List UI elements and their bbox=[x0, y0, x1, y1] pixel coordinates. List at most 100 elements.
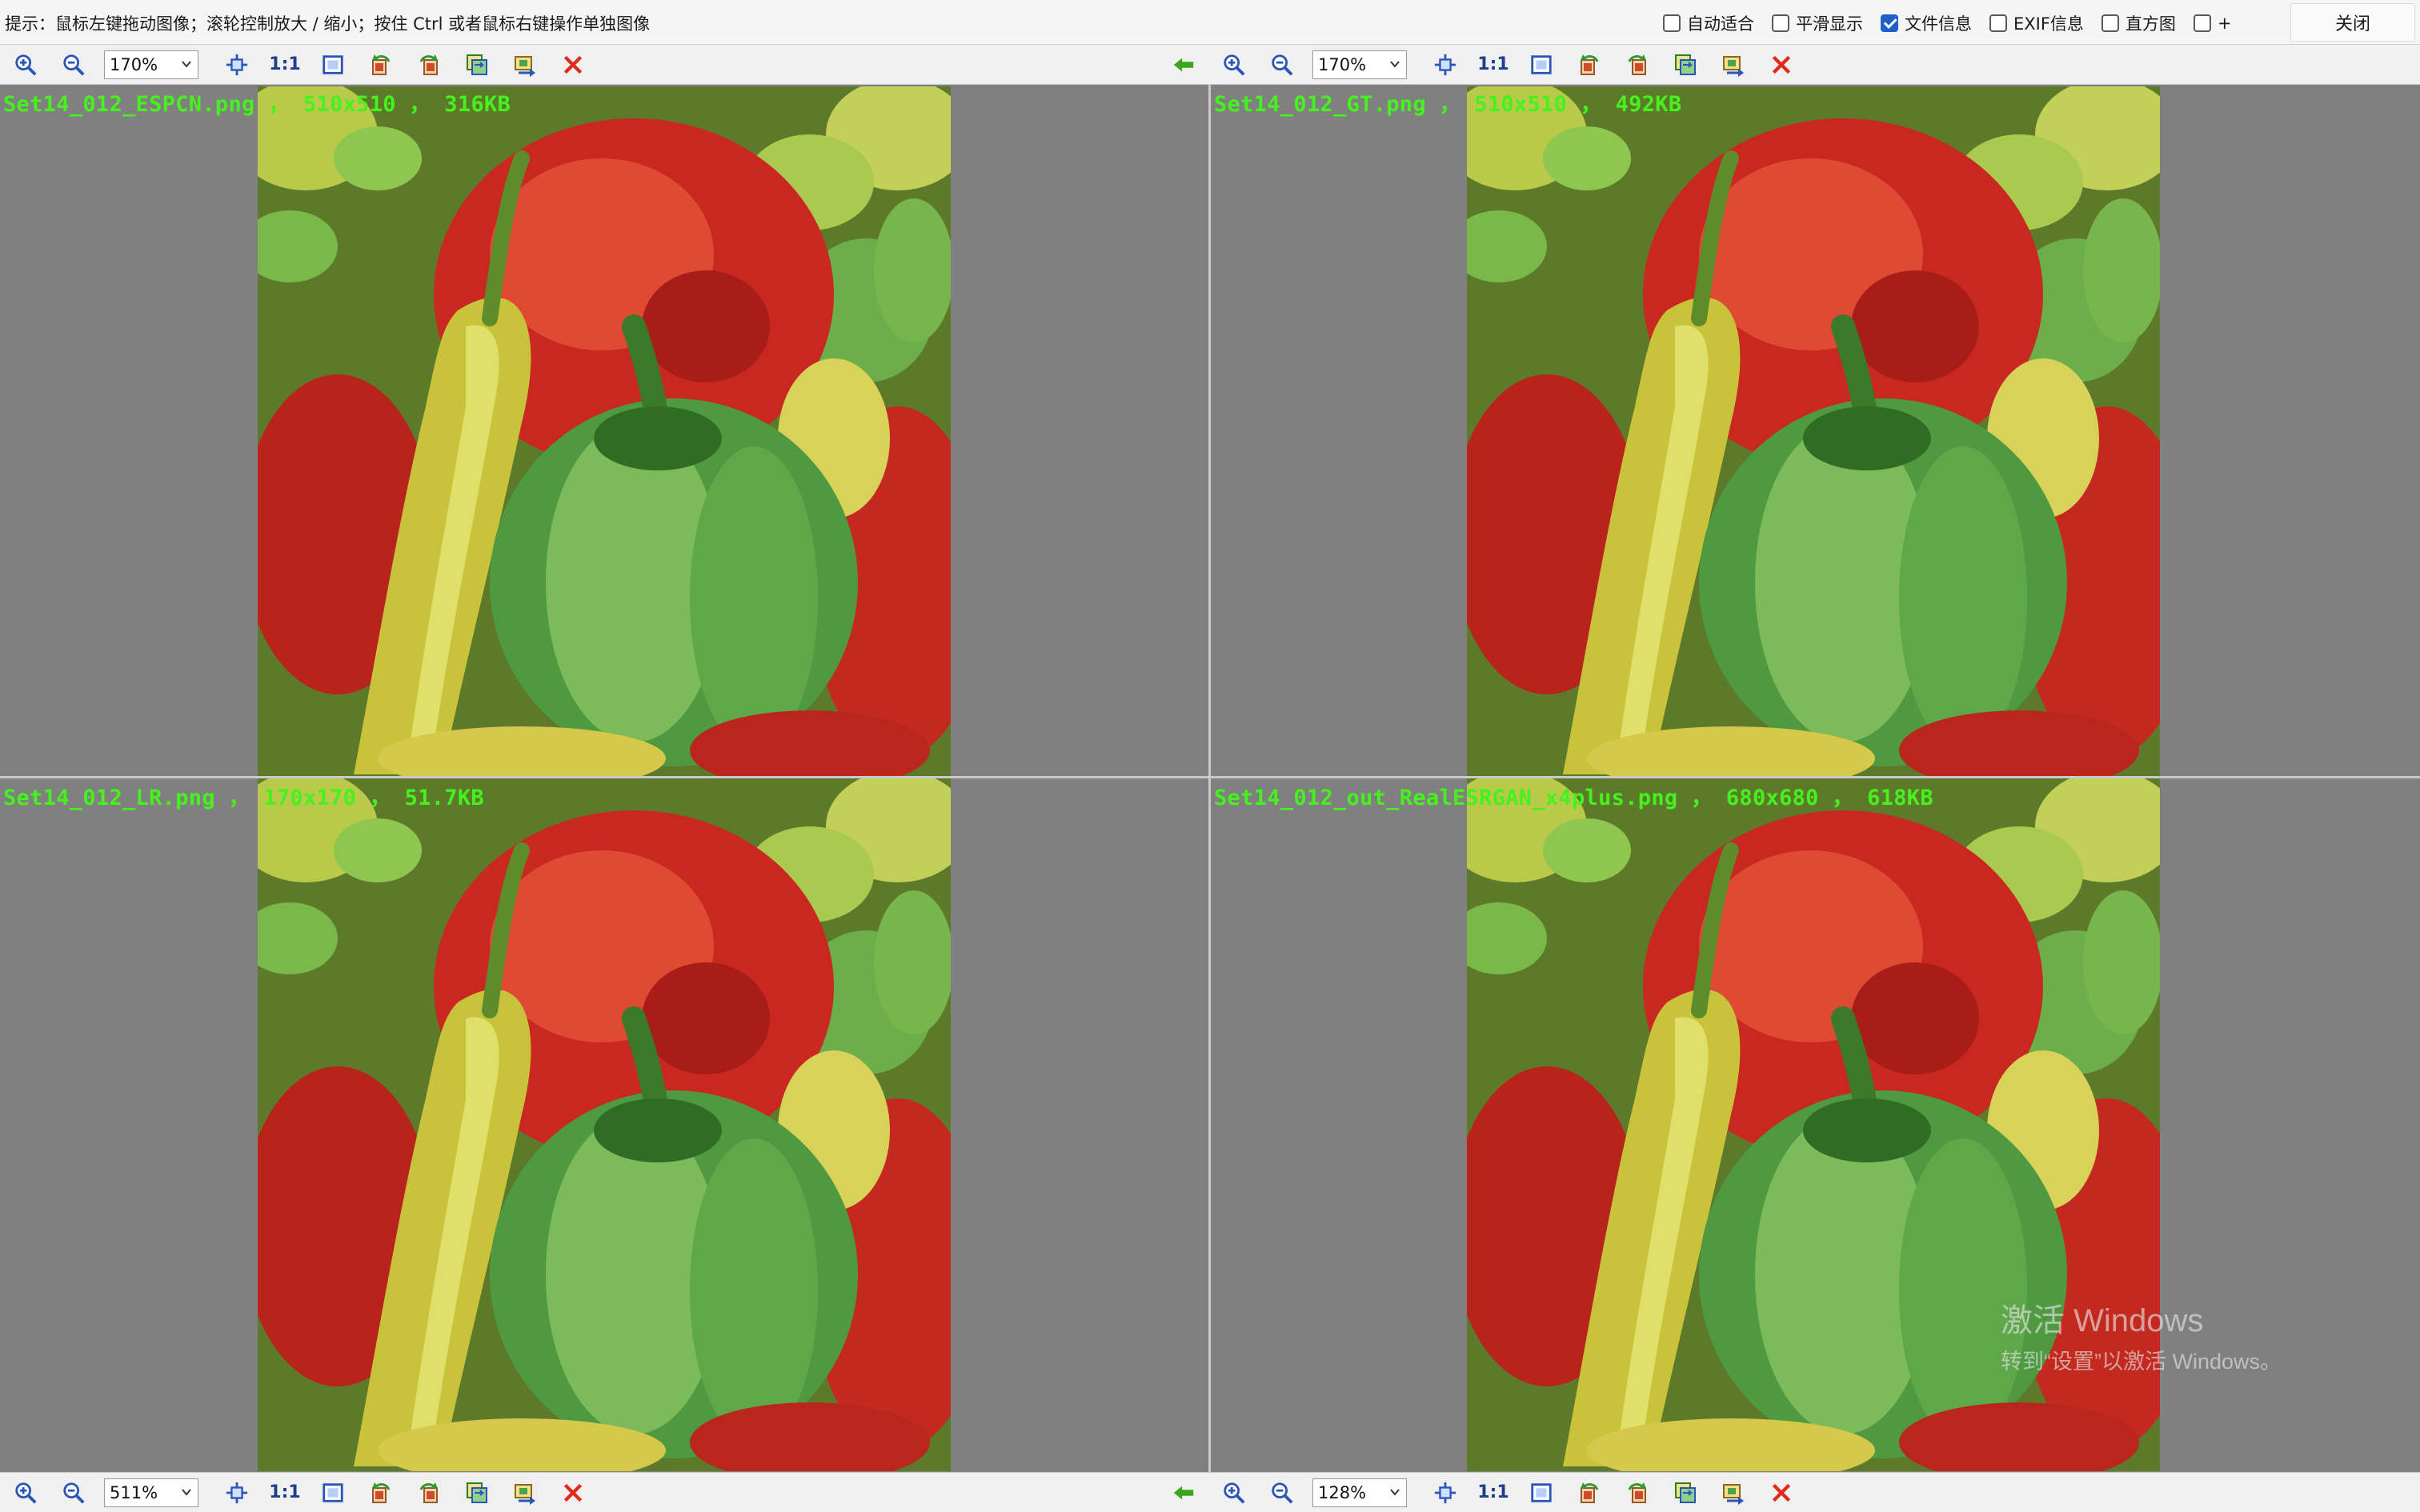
option-histogram[interactable]: 直方图 bbox=[2101, 11, 2176, 35]
option-file-info[interactable]: 文件信息 bbox=[1881, 11, 1972, 35]
zoom-in-icon[interactable] bbox=[1216, 47, 1252, 82]
zoom-level-value: 128% bbox=[1318, 1482, 1367, 1502]
plus-label: + bbox=[2217, 14, 2232, 33]
full-fit-icon[interactable] bbox=[1524, 47, 1559, 82]
bottom-left-toolbar: 511% 1:1 bbox=[8, 1473, 603, 1512]
chevron-down-icon bbox=[1388, 1486, 1401, 1498]
option-plus[interactable]: + bbox=[2193, 14, 2232, 33]
actual-size-label: 1:1 bbox=[1477, 1482, 1509, 1502]
actual-size-label: 1:1 bbox=[1477, 54, 1509, 74]
rotate-left-icon[interactable] bbox=[363, 1475, 399, 1510]
full-fit-icon[interactable] bbox=[315, 1475, 351, 1510]
zoom-level-value: 511% bbox=[110, 1482, 158, 1502]
usage-hint: 提示：鼠标左键拖动图像；滚轮控制放大 / 缩小；按住 Ctrl 或者鼠标右键操作… bbox=[5, 14, 651, 34]
back-arrow-icon[interactable] bbox=[1172, 1473, 1196, 1512]
top-left-toolbar: 170% 1:1 bbox=[8, 45, 603, 84]
peppers-image bbox=[258, 778, 951, 1471]
image-pane-bottom-left[interactable]: Set14_012_LR.png ， 170x170 ， 51.7KB bbox=[0, 778, 1208, 1472]
zoom-level-value: 170% bbox=[1318, 54, 1367, 74]
auto-fit-checkbox[interactable] bbox=[1663, 14, 1681, 32]
flip-icon[interactable] bbox=[1668, 1475, 1703, 1510]
rotate-right-icon[interactable] bbox=[1620, 47, 1655, 82]
actual-size-button[interactable]: 1:1 bbox=[1476, 47, 1511, 82]
peppers-image bbox=[1467, 86, 2160, 776]
zoom-out-icon[interactable] bbox=[56, 47, 91, 82]
file-info-label: Set14_012_GT.png ， 510x510 ， 492KB bbox=[1214, 92, 1682, 117]
close-image-icon[interactable] bbox=[1764, 47, 1799, 82]
image-pane-bottom-right[interactable]: Set14_012_out_RealESRGAN_x4plus.png ， 68… bbox=[1211, 778, 2420, 1472]
chevron-down-icon bbox=[1388, 58, 1401, 70]
sync-icon[interactable] bbox=[1716, 47, 1751, 82]
image-pane-top-right[interactable]: Set14_012_GT.png ， 510x510 ， 492KB bbox=[1211, 85, 2420, 776]
zoom-out-icon[interactable] bbox=[1264, 1475, 1300, 1510]
rotate-left-icon[interactable] bbox=[1572, 1475, 1607, 1510]
fit-window-icon[interactable] bbox=[1428, 1475, 1463, 1510]
file-info-label: 文件信息 bbox=[1905, 14, 1972, 34]
fit-window-icon[interactable] bbox=[219, 1475, 254, 1510]
option-exif-info[interactable]: EXIF信息 bbox=[1989, 11, 2084, 35]
smooth-display-label: 平滑显示 bbox=[1796, 14, 1863, 34]
rotate-right-icon[interactable] bbox=[1620, 1475, 1655, 1510]
chevron-down-icon bbox=[180, 1486, 193, 1498]
pane-divider-horizontal[interactable] bbox=[0, 776, 2420, 778]
zoom-out-icon[interactable] bbox=[56, 1475, 91, 1510]
close-button[interactable]: 关闭 bbox=[2290, 3, 2415, 42]
file-info-label: Set14_012_ESPCN.png ， 510x510 ， 316KB bbox=[3, 92, 511, 117]
exif-info-checkbox[interactable] bbox=[1989, 14, 2007, 32]
flip-icon[interactable] bbox=[459, 47, 495, 82]
close-image-icon[interactable] bbox=[555, 1475, 591, 1510]
sync-icon[interactable] bbox=[507, 47, 543, 82]
file-info-label: Set14_012_LR.png ， 170x170 ， 51.7KB bbox=[3, 786, 484, 810]
zoom-in-icon[interactable] bbox=[8, 47, 43, 82]
bottom-right-toolbar: 128% 1:1 bbox=[1216, 1473, 1812, 1512]
chevron-down-icon bbox=[180, 58, 193, 70]
rotate-right-icon[interactable] bbox=[411, 47, 447, 82]
rotate-left-icon[interactable] bbox=[1572, 47, 1607, 82]
top-toolbar: 170% 1:1 170% 1:1 bbox=[0, 45, 2420, 85]
zoom-in-icon[interactable] bbox=[8, 1475, 43, 1510]
zoom-level-select[interactable]: 128% bbox=[1312, 1478, 1407, 1507]
flip-icon[interactable] bbox=[1668, 47, 1703, 82]
sync-icon[interactable] bbox=[1716, 1475, 1751, 1510]
zoom-level-value: 170% bbox=[110, 54, 158, 74]
plus-checkbox[interactable] bbox=[2193, 14, 2211, 32]
actual-size-button[interactable]: 1:1 bbox=[1476, 1475, 1511, 1510]
flip-icon[interactable] bbox=[459, 1475, 495, 1510]
fit-window-icon[interactable] bbox=[219, 47, 254, 82]
rotate-left-icon[interactable] bbox=[363, 47, 399, 82]
option-auto-fit[interactable]: 自动适合 bbox=[1663, 11, 1754, 35]
zoom-level-select[interactable]: 511% bbox=[104, 1478, 198, 1507]
actual-size-label: 1:1 bbox=[269, 54, 301, 74]
full-fit-icon[interactable] bbox=[315, 47, 351, 82]
actual-size-button[interactable]: 1:1 bbox=[267, 1475, 302, 1510]
auto-fit-label: 自动适合 bbox=[1687, 14, 1754, 34]
zoom-out-icon[interactable] bbox=[1264, 47, 1300, 82]
rotate-right-icon[interactable] bbox=[411, 1475, 447, 1510]
sync-icon[interactable] bbox=[507, 1475, 543, 1510]
exif-info-label: EXIF信息 bbox=[2013, 14, 2084, 34]
close-image-icon[interactable] bbox=[1764, 1475, 1799, 1510]
option-smooth-display[interactable]: 平滑显示 bbox=[1772, 11, 1863, 35]
bottom-toolbar: 511% 1:1 128% 1:1 bbox=[0, 1472, 2420, 1512]
top-hint-bar: 提示：鼠标左键拖动图像；滚轮控制放大 / 缩小；按住 Ctrl 或者鼠标右键操作… bbox=[0, 0, 2420, 45]
smooth-display-checkbox[interactable] bbox=[1772, 14, 1789, 32]
pane-divider-vertical[interactable] bbox=[1208, 85, 1211, 1472]
actual-size-button[interactable]: 1:1 bbox=[267, 47, 302, 82]
file-info-checkbox[interactable] bbox=[1881, 14, 1898, 32]
top-right-toolbar: 170% 1:1 bbox=[1216, 45, 1812, 84]
histogram-checkbox[interactable] bbox=[2101, 14, 2119, 32]
peppers-image bbox=[1467, 778, 2160, 1471]
image-pane-top-left[interactable]: Set14_012_ESPCN.png ， 510x510 ， 316KB bbox=[0, 85, 1208, 776]
actual-size-label: 1:1 bbox=[269, 1482, 301, 1502]
fit-window-icon[interactable] bbox=[1428, 47, 1463, 82]
histogram-label: 直方图 bbox=[2125, 14, 2176, 34]
options-bar: 自动适合 平滑显示 文件信息 EXIF信息 直方图 + bbox=[1663, 11, 2250, 35]
close-image-icon[interactable] bbox=[555, 47, 591, 82]
zoom-level-select[interactable]: 170% bbox=[104, 50, 198, 79]
file-info-label: Set14_012_out_RealESRGAN_x4plus.png ， 68… bbox=[1214, 786, 1933, 810]
zoom-level-select[interactable]: 170% bbox=[1312, 50, 1407, 79]
peppers-image bbox=[258, 86, 951, 776]
full-fit-icon[interactable] bbox=[1524, 1475, 1559, 1510]
back-arrow-icon[interactable] bbox=[1172, 45, 1196, 84]
zoom-in-icon[interactable] bbox=[1216, 1475, 1252, 1510]
